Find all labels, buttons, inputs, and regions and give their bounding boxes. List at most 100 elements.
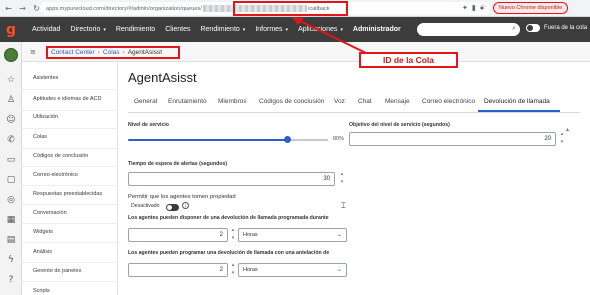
scheduled-callback-input[interactable]: 2 [128,228,228,242]
breadcrumb-contact-center[interactable]: Contact Center [51,49,95,56]
alert-timeout-input[interactable]: 30 [128,172,335,186]
people-icon[interactable]: ☺ [5,114,17,126]
side-item-canned-responses[interactable]: Respuestas preestablecidas [33,191,102,197]
advance-callback-up-icon[interactable]: ▴ [230,262,236,268]
tab-message[interactable]: Mensaje [385,98,410,105]
divider [22,204,117,205]
chrome-update-button[interactable]: Nuevo Chrome disponible [492,2,569,14]
service-goal-input[interactable]: 20 [349,132,556,146]
advance-callback-input[interactable]: 2 [128,263,228,277]
presence-switch[interactable] [526,24,540,32]
hamburger-menu-icon[interactable]: ≡ [30,48,36,56]
left-rail: ☆ ♙ ☺ ✆ ▭ ▢ ◎ ▦ ▤ ϟ ? [0,42,22,295]
breadcrumb-separator: › [97,49,100,56]
breadcrumb-bar: ≡ Contact Center › Colas › AgentAsisst [22,42,590,62]
avatar[interactable] [4,48,18,62]
genesys-logo-icon[interactable]: g [0,17,22,42]
tab-members[interactable]: Miembros [218,98,247,105]
chat-icon[interactable]: ▢ [5,174,17,186]
sidepanel-icon[interactable]: ▮ [472,4,476,12]
side-item-widgets[interactable]: Widgets [33,229,53,235]
chevron-down-icon[interactable]: ▾ [243,27,246,33]
profile-icon[interactable]: ● [480,5,484,12]
alert-timeout-down-icon[interactable]: ▾ [339,179,345,185]
service-level-slider-handle[interactable] [284,136,291,143]
advance-callback-label: Los agentes pueden programar una devoluc… [128,250,330,256]
search-icon: ⌕ [512,24,516,32]
tab-wrapup-codes[interactable]: Códigos de conclusión [259,98,324,105]
side-item-analytics[interactable]: Análisis [33,249,52,255]
queue-tabs: General Enrutamiento Miembros Códigos de… [128,94,580,113]
divider [22,262,117,263]
page-title: AgentAsisst [128,70,197,85]
nav-performance[interactable]: Rendimiento [116,26,155,33]
nav-performance-2[interactable]: Rendimiento [200,26,239,33]
chevron-down-icon[interactable]: ▾ [340,27,343,33]
nav-apps[interactable]: Aplicaciones [298,26,337,33]
back-icon[interactable]: ← [3,3,14,14]
nav-customers[interactable]: Clientes [165,26,190,33]
phone-icon[interactable]: ✆ [5,134,17,146]
chevron-down-icon[interactable]: ▾ [103,27,106,33]
help-icon[interactable]: ? [5,274,17,286]
tab-email[interactable]: Correo electrónico [422,98,475,105]
allow-agents-switch[interactable] [166,204,179,211]
chevron-down-icon: ⌄ [336,266,342,273]
breadcrumb: Contact Center › Colas › AgentAsisst [46,46,180,59]
info-icon[interactable]: i [182,202,189,209]
lightning-icon[interactable]: ϟ [5,254,17,266]
scheduled-callback-up-icon[interactable]: ▴ [230,227,236,233]
side-item-wrapup-codes[interactable]: Códigos de conclusión [33,153,88,159]
tab-chat[interactable]: Chat [358,98,372,105]
advance-callback-down-icon[interactable]: ▾ [230,270,236,276]
nav-reports[interactable]: Informes [255,26,282,33]
globe-icon[interactable]: ◎ [5,194,17,206]
alert-timeout-up-icon[interactable]: ▴ [339,171,345,177]
scheduled-callback-unit: Horas [243,232,258,238]
service-goal-label: Objetivo del nivel de servicio (segundos… [349,122,450,128]
tab-voice[interactable]: Voz [334,98,345,105]
star-icon[interactable]: ☆ [5,74,17,86]
divider [22,223,117,224]
scroll-up-icon[interactable]: ▴ [566,126,569,133]
nav-admin[interactable]: Administrador [353,26,401,33]
browser-actions: ✦ ▮ ● Nuevo Chrome disponible [462,2,569,14]
side-item-email[interactable]: Correo electrónico [33,172,78,178]
side-item-scripts[interactable]: Scripts [33,288,50,294]
nav-directory[interactable]: Directorio [70,26,100,33]
side-item-dashboard-manager[interactable]: Gerente de paneles [33,268,81,274]
side-item-queues[interactable]: Colas [33,134,47,140]
service-goal-down-icon[interactable]: ▾ [559,139,565,145]
advance-callback-unit-select[interactable]: Horas ⌄ [238,263,347,277]
extensions-icon[interactable]: ✦ [462,4,468,12]
person-icon[interactable]: ♙ [5,94,17,106]
side-item-skills[interactable]: Aptitudes e idiomas de ACD [33,96,101,102]
divider [22,128,117,129]
global-search-input[interactable]: ⌕ [417,23,520,36]
queue-id-highlight [233,1,348,16]
divider [22,166,117,167]
calendar-icon[interactable]: ▦ [5,214,17,226]
service-goal-up-icon[interactable]: ▴ [559,131,565,137]
presence-toggle[interactable]: Fuera de la cola [526,24,587,32]
chevron-down-icon[interactable]: ▾ [286,27,289,33]
side-item-agents[interactable]: Asistentes [33,75,58,81]
tab-routing[interactable]: Enrutamiento [168,98,207,105]
chevron-down-icon: ⌄ [336,231,342,238]
app-top-nav: g Actividad Directorio ▾ Rendimiento Cli… [0,17,590,42]
screen: ← → ↻ apps.mypurecloud.com/directory/#/a… [0,0,590,295]
active-tab-indicator [478,110,560,112]
tab-callback[interactable]: Devolución de llamada [484,98,550,105]
alert-timeout-label: Tiempo de espera de alertas (segundos) [128,161,228,167]
side-item-utilization[interactable]: Utilización [33,114,58,120]
scheduled-callback-unit-select[interactable]: Horas ⌄ [238,228,347,242]
tab-general[interactable]: General [134,98,157,105]
service-level-label: Nivel de servicio [128,122,169,128]
inbox-icon[interactable]: ▭ [5,154,17,166]
scheduled-callback-down-icon[interactable]: ▾ [230,235,236,241]
forward-icon[interactable]: → [17,3,28,14]
side-item-conversation[interactable]: Conversación [33,210,67,216]
clipboard-icon[interactable]: ▤ [5,234,17,246]
breadcrumb-queues[interactable]: Colas [103,49,120,56]
nav-activity[interactable]: Actividad [32,26,60,33]
